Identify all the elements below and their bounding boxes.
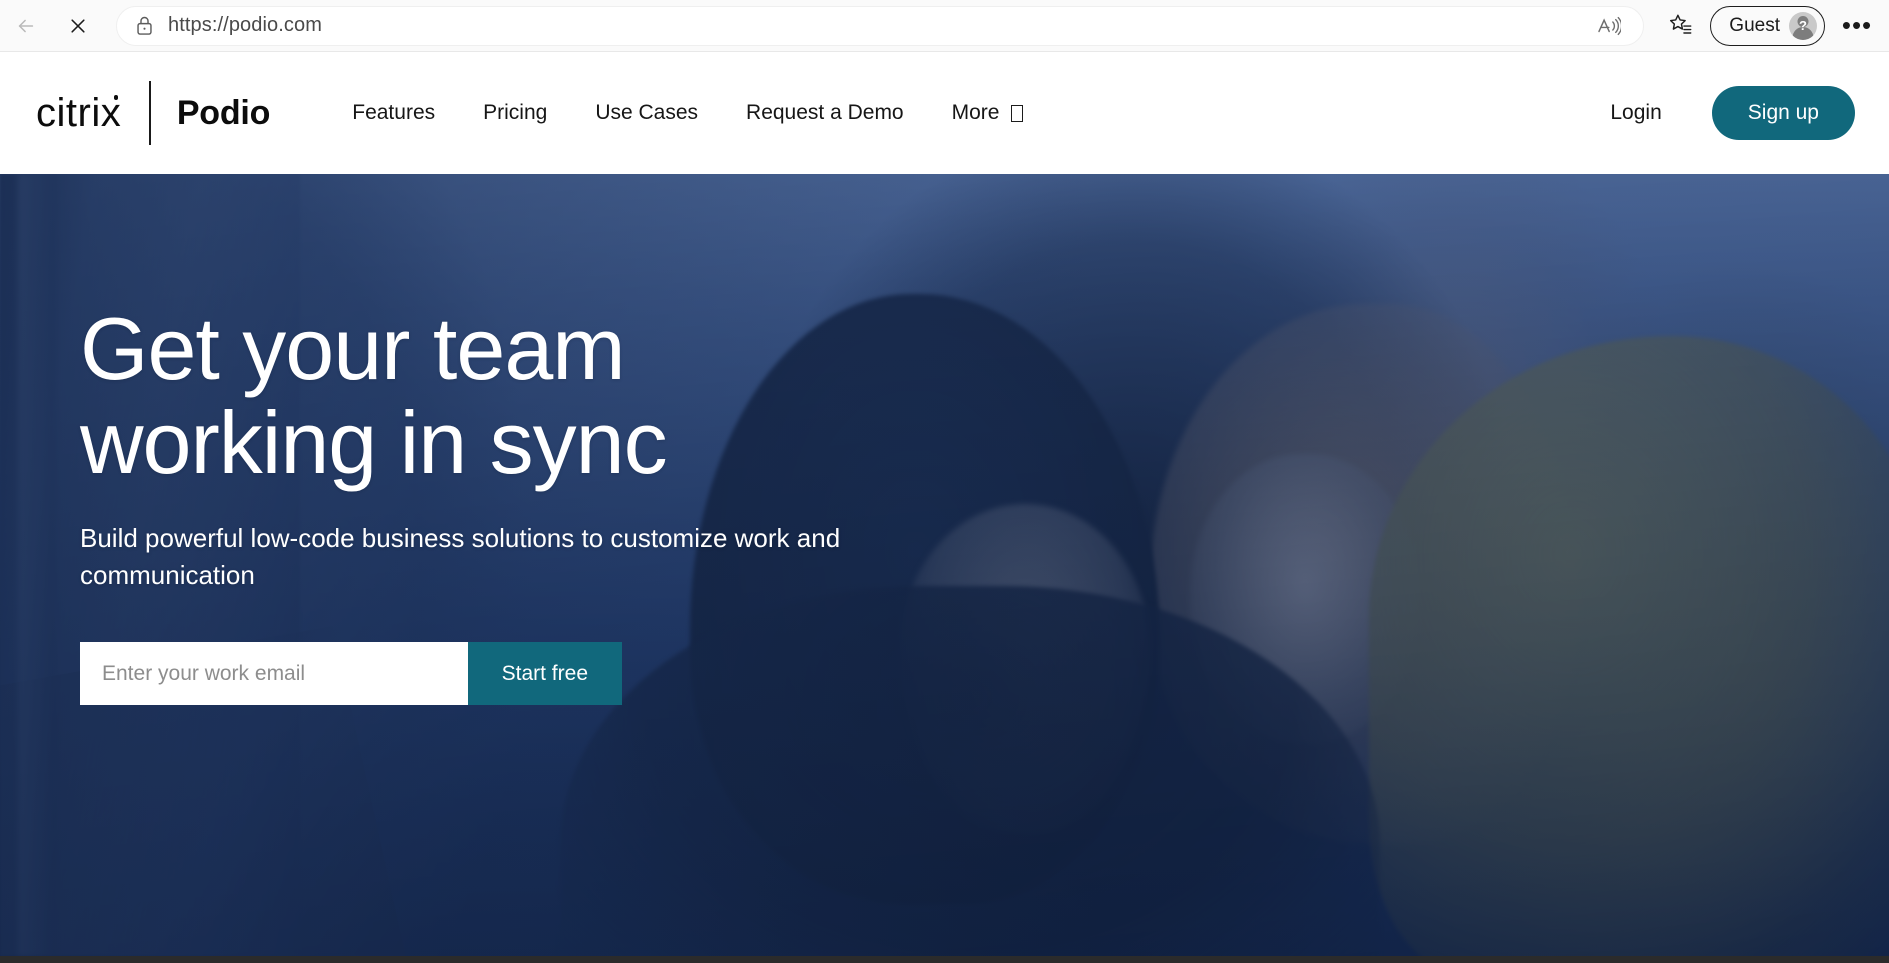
browser-actions: Guest ? •••	[1658, 5, 1889, 46]
back-arrow-icon	[18, 19, 34, 32]
nav-item-features[interactable]: Features	[328, 89, 459, 137]
ellipsis-icon: •••	[1841, 9, 1873, 40]
hero-content: Get your team working in sync Build powe…	[0, 174, 900, 706]
citrix-dot-icon	[113, 95, 119, 100]
settings-more-button[interactable]: •••	[1835, 6, 1879, 46]
profile-badge: ?	[1799, 18, 1807, 33]
hero-title: Get your team working in sync	[80, 299, 900, 493]
hero-subtitle: Build powerful low-code business solutio…	[80, 523, 841, 591]
nav-item-use-cases[interactable]: Use Cases	[571, 89, 722, 137]
site-header: citrix Podio Features Pricing Use Cases …	[0, 52, 1889, 174]
close-icon	[71, 18, 85, 33]
hero-title-line-1: Get your team	[80, 299, 626, 398]
address-bar[interactable]: https://podio.com	[116, 5, 1645, 46]
read-aloud-icon[interactable]	[1589, 9, 1629, 43]
lock-icon[interactable]	[135, 15, 154, 36]
podio-wordmark: Podio	[176, 94, 271, 132]
start-free-button[interactable]: Start free	[467, 642, 622, 706]
url-text[interactable]: https://podio.com	[168, 14, 1589, 37]
avatar: ?	[1789, 11, 1817, 40]
work-email-input[interactable]	[80, 642, 468, 706]
logo-divider	[149, 81, 151, 145]
login-link[interactable]: Login	[1584, 91, 1687, 135]
citrix-wordmark: citrix	[36, 91, 122, 135]
nav-item-more-label: More	[951, 101, 1000, 124]
main-navigation: Features Pricing Use Cases Request a Dem…	[328, 89, 1047, 137]
signup-button[interactable]: Sign up	[1711, 86, 1855, 140]
chevron-down-icon	[1011, 104, 1024, 122]
stop-loading-button[interactable]	[52, 6, 104, 46]
nav-item-pricing[interactable]: Pricing	[459, 89, 571, 137]
profile-label: Guest	[1729, 14, 1780, 36]
nav-item-more[interactable]: More	[928, 89, 1048, 137]
bottom-strip	[0, 956, 1889, 963]
back-button[interactable]	[0, 6, 52, 46]
profile-button[interactable]: Guest ?	[1710, 5, 1825, 46]
hero-title-line-2: working in sync	[80, 393, 668, 493]
browser-toolbar: https://podio.com Guest ? •••	[0, 0, 1889, 52]
hero-section: Get your team working in sync Build powe…	[0, 174, 1889, 956]
nav-item-request-a-demo[interactable]: Request a Demo	[722, 89, 928, 137]
favorites-button[interactable]	[1658, 6, 1702, 46]
hero-signup-form: Start free	[80, 642, 622, 706]
star-list-icon	[1669, 14, 1692, 34]
header-actions: Login Sign up	[1584, 86, 1855, 140]
brand-logo[interactable]: citrix Podio	[36, 81, 270, 145]
